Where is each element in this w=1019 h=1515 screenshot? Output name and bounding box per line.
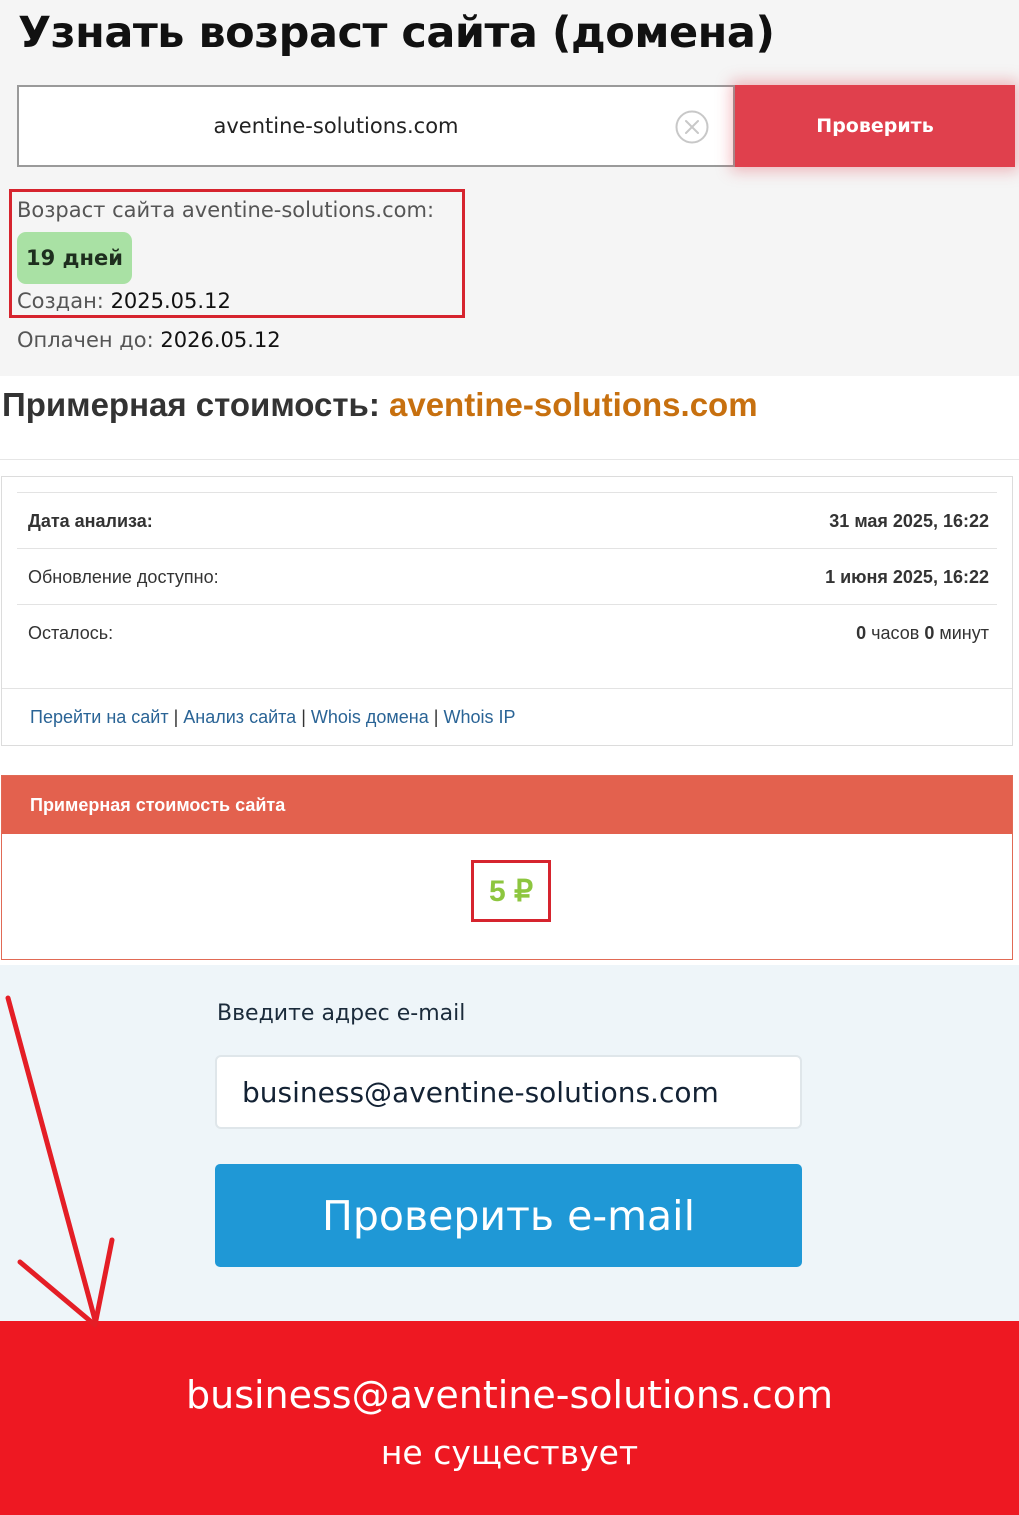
arrow-annotation-icon <box>5 995 115 1328</box>
result-status: не существует <box>380 1433 639 1472</box>
domain-input[interactable]: aventine-solutions.com <box>17 85 735 167</box>
analysis-date-value: 31 мая 2025, 16:22 <box>829 511 989 531</box>
analysis-date-row: Дата анализа: 31 мая 2025, 16:22 <box>17 492 997 548</box>
check-email-button[interactable]: Проверить e-mail <box>215 1164 802 1267</box>
site-analysis-link[interactable]: Анализ сайта <box>183 707 296 727</box>
paid-until-date: Оплачен до: 2026.05.12 <box>17 328 281 352</box>
email-result-banner: business@aventine-solutions.com не сущес… <box>0 1321 1019 1515</box>
age-checker-section: Узнать возраст сайта (домена) aventine-s… <box>0 0 1019 376</box>
update-available-row: Обновление доступно: 1 июня 2025, 16:22 <box>17 548 997 604</box>
check-domain-button[interactable]: Проверить <box>735 85 1015 167</box>
paid-label: Оплачен до: <box>17 328 154 352</box>
remaining-hours: 0 <box>856 623 867 643</box>
whois-domain-link[interactable]: Whois домена <box>311 707 429 727</box>
created-date: Создан: 2025.05.12 <box>17 289 231 313</box>
email-input[interactable]: business@aventine-solutions.com <box>215 1055 802 1129</box>
update-available-label: Обновление доступно: <box>28 567 219 587</box>
remaining-label: Осталось: <box>28 623 114 643</box>
remaining-minutes: 0 <box>924 623 935 643</box>
remaining-hours-unit: часов <box>871 623 920 643</box>
cost-title-prefix: Примерная стоимость: <box>2 386 380 423</box>
price-header: Примерная стоимость сайта <box>2 776 1012 834</box>
created-label: Создан: <box>17 289 104 313</box>
remaining-minutes-unit: минут <box>939 623 989 643</box>
age-label: Возраст сайта aventine-solutions.com: <box>17 198 435 222</box>
update-available-value: 1 июня 2025, 16:22 <box>825 567 989 587</box>
result-email: business@aventine-solutions.com <box>185 1373 833 1417</box>
analysis-date-label: Дата анализа: <box>28 511 153 531</box>
clear-icon[interactable] <box>675 110 709 144</box>
domain-input-value[interactable]: aventine-solutions.com <box>19 87 653 165</box>
remaining-value: 0 часов 0 минут <box>856 623 989 644</box>
links-row: Перейти на сайт | Анализ сайта | Whois д… <box>2 688 1012 745</box>
email-label: Введите адрес e-mail <box>217 1001 466 1026</box>
cost-title: Примерная стоимость: aventine-solutions.… <box>2 386 758 424</box>
analysis-info-card: Дата анализа: 31 мая 2025, 16:22 Обновле… <box>1 476 1013 746</box>
paid-value: 2026.05.12 <box>160 328 281 352</box>
cost-title-domain: aventine-solutions.com <box>388 386 758 423</box>
price-value: 5 ₽ <box>471 860 551 922</box>
page-title: Узнать возраст сайта (домена) <box>18 8 775 58</box>
age-badge: 19 дней <box>17 232 132 284</box>
created-value: 2025.05.12 <box>110 289 231 313</box>
email-check-section: Введите адрес e-mail business@aventine-s… <box>0 965 1019 1321</box>
divider <box>0 459 1019 460</box>
remaining-row: Осталось: 0 часов 0 минут <box>17 604 997 660</box>
price-card: Примерная стоимость сайта 5 ₽ <box>1 775 1013 960</box>
go-to-site-link[interactable]: Перейти на сайт <box>30 707 169 727</box>
whois-ip-link[interactable]: Whois IP <box>443 707 515 727</box>
